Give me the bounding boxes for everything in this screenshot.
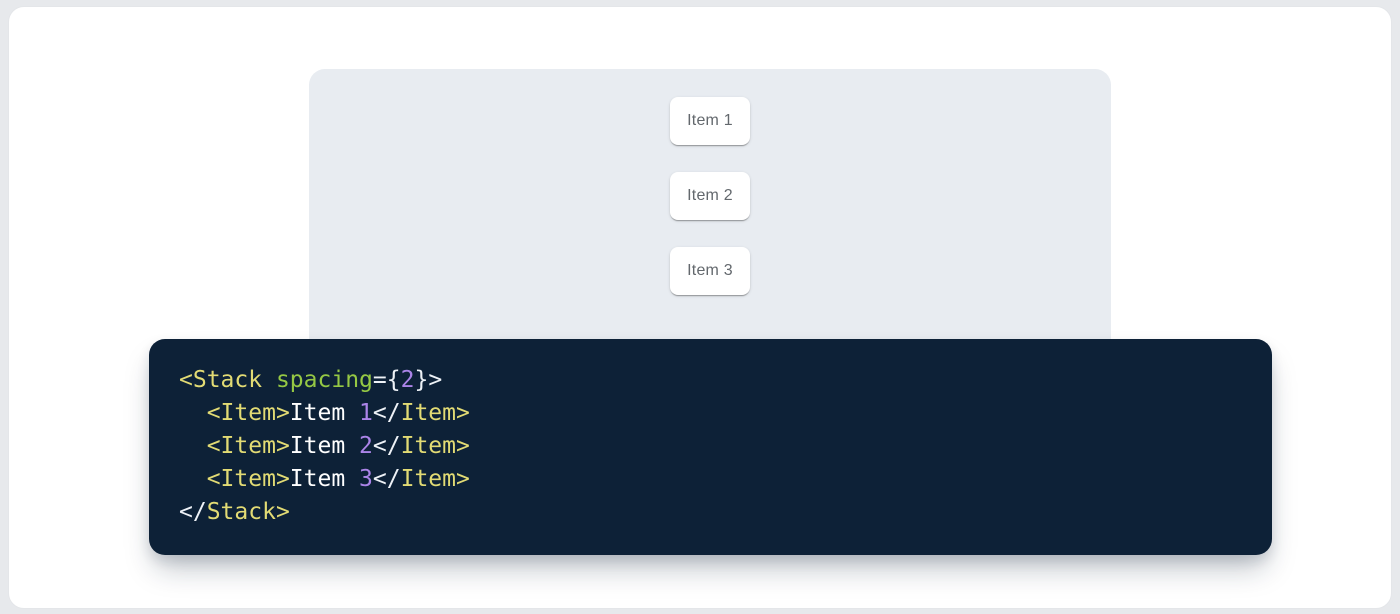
code-token-punctuation: } (414, 367, 428, 393)
code-token-number: 1 (359, 400, 373, 426)
stack-demo: Item 1 Item 2 Item 3 (309, 69, 1111, 295)
code-token-punctuation: > (428, 367, 442, 393)
code-token-tag: <Item> (207, 400, 290, 426)
code-line: </Stack> (179, 496, 1242, 529)
code-token-punctuation: = (373, 367, 387, 393)
code-token-text: Item (290, 433, 359, 459)
item-card: Item 3 (670, 247, 750, 295)
item-label: Item 2 (687, 187, 733, 205)
code-token-tag: Item> (401, 433, 470, 459)
item-card: Item 2 (670, 172, 750, 220)
code-token-tag: <Stack (179, 367, 262, 393)
code-token-number: 2 (401, 367, 415, 393)
item-label: Item 3 (687, 262, 733, 280)
code-line: <Item>Item 2</Item> (179, 430, 1242, 463)
code-token-punctuation: </ (373, 433, 401, 459)
code-token-text (179, 466, 207, 492)
code-lines: <Stack spacing={2}> <Item>Item 1</Item> … (179, 364, 1242, 529)
code-token-punctuation: </ (179, 499, 207, 525)
code-token-text: Item (290, 400, 359, 426)
code-token-tag: <Item> (207, 466, 290, 492)
code-token-number: 2 (359, 433, 373, 459)
code-token-tag: Item> (401, 400, 470, 426)
code-token-punctuation: { (387, 367, 401, 393)
code-token-punctuation: </ (373, 466, 401, 492)
code-token-tag: Item> (401, 466, 470, 492)
code-block: <Stack spacing={2}> <Item>Item 1</Item> … (149, 339, 1272, 555)
code-line: <Stack spacing={2}> (179, 364, 1242, 397)
demo-panel: Item 1 Item 2 Item 3 (309, 69, 1111, 359)
code-token-text (262, 367, 276, 393)
code-token-number: 3 (359, 466, 373, 492)
app-card: Item 1Item 2Item 3 <Stack spacing={2}> <… (8, 6, 1392, 609)
code-line: <Item>Item 1</Item> (179, 397, 1242, 430)
item-card: Item 1 (670, 97, 750, 145)
code-token-punctuation: </ (373, 400, 401, 426)
item-label: Item 1 (687, 112, 733, 130)
code-token-attr: spacing (276, 367, 373, 393)
code-token-text: Item (290, 466, 359, 492)
code-token-text (179, 433, 207, 459)
code-token-text (179, 400, 207, 426)
code-token-tag: Stack> (207, 499, 290, 525)
code-line: <Item>Item 3</Item> (179, 463, 1242, 496)
code-token-tag: <Item> (207, 433, 290, 459)
